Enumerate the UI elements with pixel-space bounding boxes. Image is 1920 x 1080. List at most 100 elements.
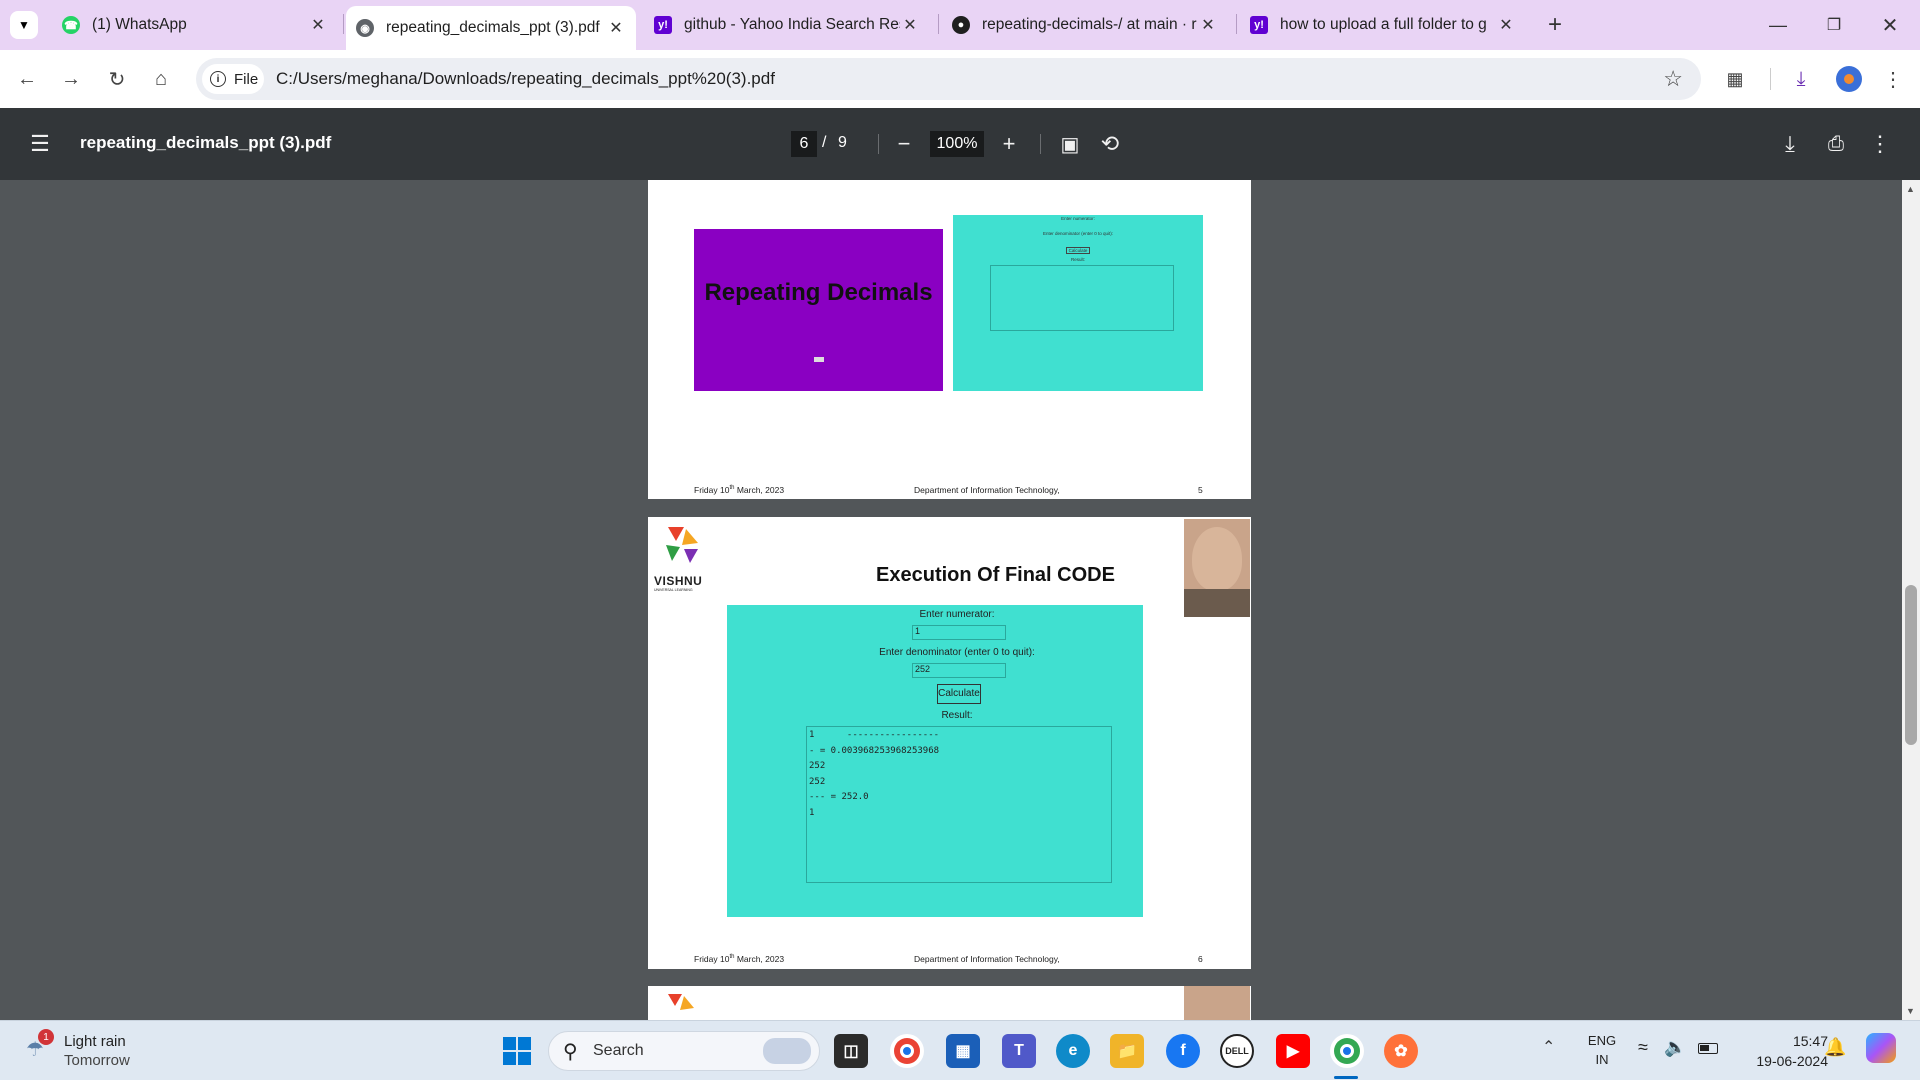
hamburger-icon: ☰ <box>30 131 50 156</box>
close-icon[interactable]: ✕ <box>1496 15 1516 35</box>
profile-avatar[interactable] <box>1836 66 1862 92</box>
home-button[interactable]: ⌂ <box>146 64 176 94</box>
fit-page-button[interactable]: ▣ <box>1054 128 1086 160</box>
zoom-in-button[interactable]: + <box>993 128 1025 160</box>
taskbar-search[interactable]: ⚲ Search <box>548 1031 820 1071</box>
info-icon: i <box>210 71 226 87</box>
copilot-icon[interactable] <box>1866 1033 1896 1063</box>
print-button[interactable]: ⎙ <box>1820 128 1852 160</box>
scrollbar-thumb[interactable] <box>1905 585 1917 745</box>
battery-icon[interactable] <box>1698 1043 1718 1054</box>
yahoo-icon: y! <box>654 16 672 34</box>
slide-thumbnail-turquoise: Enter numerator: Enter denominator (ente… <box>953 215 1203 391</box>
facebook-icon[interactable]: f <box>1166 1034 1200 1068</box>
tab-yahoo-search[interactable]: y! github - Yahoo India Search Res ✕ <box>644 9 930 41</box>
github-icon: ● <box>952 16 970 34</box>
zoom-input[interactable]: 100% <box>930 131 984 157</box>
tab-title: repeating_decimals_ppt (3).pdf <box>386 19 600 36</box>
result-line: - = 0.003968253968253968 <box>809 745 940 756</box>
close-icon[interactable]: ✕ <box>900 15 920 35</box>
edge-icon[interactable]: e <box>1056 1034 1090 1068</box>
new-tab-button[interactable]: + <box>1540 10 1570 40</box>
chrome-active-icon[interactable] <box>1330 1034 1364 1068</box>
app-screenshot: Enter numerator: 1 Enter denominator (en… <box>727 605 1143 917</box>
extensions-button[interactable]: ▦ <box>1720 64 1750 94</box>
wifi-icon[interactable]: ≈ <box>1638 1037 1648 1058</box>
tab-search-button[interactable]: ▼ <box>10 11 38 39</box>
page-number-input[interactable]: 6 <box>791 131 817 157</box>
pdf-more-button[interactable]: ⋮ <box>1864 128 1896 160</box>
download-icon: ⤓ <box>1796 67 1806 90</box>
notification-bell-icon[interactable]: 🔔 <box>1824 1037 1846 1058</box>
portrait-body <box>1184 589 1250 617</box>
close-icon[interactable]: ✕ <box>606 18 626 38</box>
weather-subtitle: Tomorrow <box>64 1052 130 1069</box>
rotate-icon: ⟲ <box>1100 131 1120 156</box>
tab-pdf[interactable]: ◉ repeating_decimals_ppt (3).pdf ✕ <box>346 6 636 50</box>
url-text[interactable]: C:/Users/meghana/Downloads/repeating_dec… <box>276 69 775 89</box>
zoom-out-button[interactable]: − <box>888 128 920 160</box>
zoom-level: 100% <box>936 135 978 152</box>
tab-yahoo-upload[interactable]: y! how to upload a full folder to g ✕ <box>1240 9 1526 41</box>
chrome-icon[interactable] <box>890 1034 924 1068</box>
toolbar-divider <box>1040 134 1041 154</box>
print-icon: ⎙ <box>1828 132 1844 155</box>
forward-button[interactable]: → <box>56 64 86 94</box>
firefox-icon[interactable]: ✿ <box>1384 1034 1418 1068</box>
tab-whatsapp[interactable]: ☎ (1) WhatsApp ✕ <box>52 9 338 41</box>
result-line: --- = 252.0 <box>809 792 869 802</box>
page-footer-number: 6 <box>1198 954 1203 964</box>
pdf-viewer[interactable]: Repeating Decimals Enter numerator: Ente… <box>0 180 1920 1020</box>
browser-menu-button[interactable]: ⋮ <box>1878 64 1908 94</box>
tab-github[interactable]: ● repeating-decimals-/ at main · r ✕ <box>942 9 1228 41</box>
site-info-chip[interactable]: i File <box>202 64 264 94</box>
file-explorer-icon[interactable]: 📁 <box>1110 1034 1144 1068</box>
mini-result-label: Result: <box>1070 257 1085 262</box>
mini-numerator-label: Enter numerator: <box>1061 216 1095 221</box>
site-info-label: File <box>234 70 259 88</box>
dell-icon[interactable]: DELL <box>1220 1034 1254 1068</box>
result-box: 1 ----------------- - = 0.003968253968253… <box>806 726 1112 883</box>
result-line: 1 ----------------- <box>809 730 940 740</box>
reload-icon: ↻ <box>108 68 126 91</box>
start-button[interactable] <box>500 1034 534 1068</box>
address-bar[interactable]: i File C:/Users/meghana/Downloads/repeat… <box>196 58 1701 100</box>
show-hidden-icons[interactable]: ⌃ <box>1542 1037 1555 1057</box>
minimize-button[interactable]: — <box>1758 10 1798 40</box>
logo-text: VISHNU <box>654 574 703 588</box>
volume-icon[interactable]: 🔈 <box>1664 1037 1686 1058</box>
rotate-button[interactable]: ⟲ <box>1094 128 1126 160</box>
close-icon[interactable]: ✕ <box>308 15 328 35</box>
restore-button[interactable]: ❐ <box>1814 10 1854 40</box>
denominator-label: Enter denominator (enter 0 to quit): <box>879 647 1035 658</box>
plus-icon: + <box>1002 131 1016 156</box>
clock[interactable]: 15:47 19-06-2024 <box>1738 1031 1828 1071</box>
page-footer-number: 5 <box>1198 485 1203 495</box>
tab-strip: ▼ ☎ (1) WhatsApp ✕ ◉ repeating_decimals_… <box>0 0 1920 50</box>
reload-button[interactable]: ↻ <box>102 64 132 94</box>
scroll-down-icon[interactable]: ▼ <box>1906 1006 1915 1016</box>
fit-page-icon: ▣ <box>1060 133 1080 156</box>
page-footer-dept: Department of Information Technology, <box>914 485 1060 495</box>
weather-widget[interactable]: ☂ 1 Light rain Tomorrow <box>26 1027 176 1075</box>
language-indicator[interactable]: ENG IN <box>1584 1031 1620 1069</box>
downloads-button[interactable]: ⤓ <box>1786 64 1816 94</box>
active-app-indicator <box>1334 1076 1358 1079</box>
menu-button[interactable]: ☰ <box>24 128 56 160</box>
close-icon[interactable]: ✕ <box>1198 15 1218 35</box>
microsoft-store-icon[interactable]: ▦ <box>946 1034 980 1068</box>
toolbar-divider <box>878 134 879 154</box>
scroll-up-icon[interactable]: ▲ <box>1906 184 1915 194</box>
download-icon: ⤓ <box>1785 131 1795 156</box>
pdf-title: repeating_decimals_ppt (3).pdf <box>80 133 332 152</box>
viewer-scrollbar[interactable]: ▲ ▼ <box>1902 180 1920 1020</box>
back-button[interactable]: ← <box>12 64 42 94</box>
teams-icon[interactable]: T <box>1002 1034 1036 1068</box>
bookmark-star-icon[interactable]: ☆ <box>1663 66 1683 92</box>
arrow-right-icon: → <box>61 67 81 90</box>
task-view-icon[interactable]: ◫ <box>834 1034 868 1068</box>
youtube-icon[interactable]: ▶ <box>1276 1034 1310 1068</box>
close-window-button[interactable]: ✕ <box>1870 10 1910 40</box>
tab-separator <box>938 14 939 34</box>
pdf-download-button[interactable]: ⤓ <box>1774 128 1806 160</box>
